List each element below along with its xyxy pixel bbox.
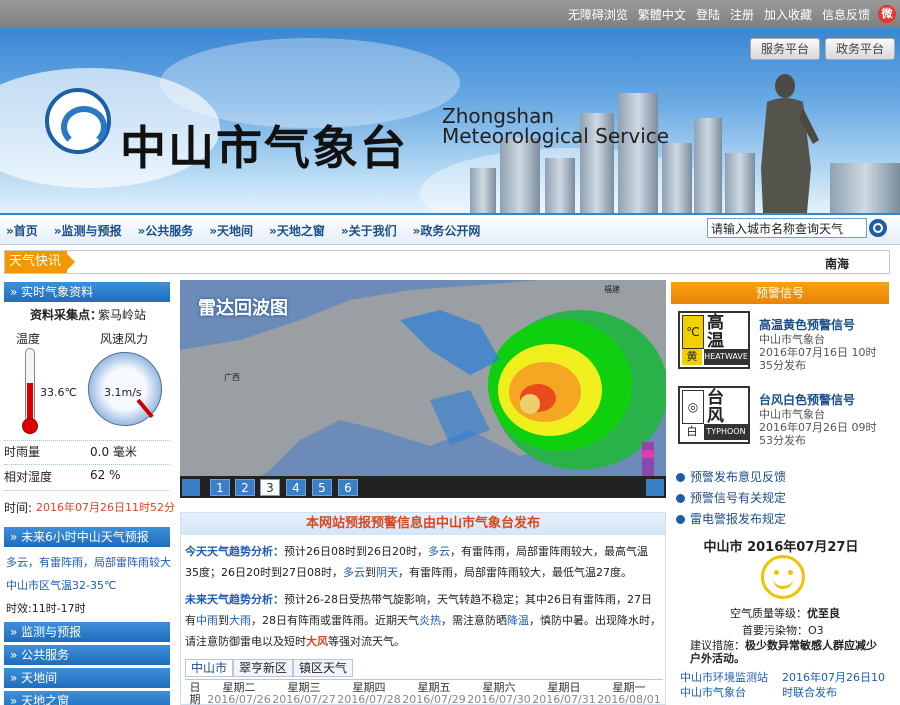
next6h-line3: 时效:11时-17时 — [6, 602, 86, 615]
warning-name-heat[interactable]: 高温黄色预警信号 — [759, 316, 855, 333]
tab-cuiheng[interactable]: 翠亨新区 — [233, 659, 294, 677]
aq-advice: 建议措施：极少数异常敏感人群应减少户外活动。 — [690, 639, 877, 665]
radar-tab-1[interactable]: 1 — [210, 479, 230, 496]
forecast-header: 本网站预报预警信息由中山市气象台发布 — [181, 513, 665, 535]
warning-name-typhoon[interactable]: 台风白色预警信号 — [759, 391, 855, 408]
station-name: 紫马岭站 — [98, 308, 147, 322]
station-label: 资料采集点： — [30, 308, 103, 322]
site-title-cn: 中山市气象台 — [120, 121, 408, 175]
accessibility-link[interactable]: 无障碍浏览 — [568, 6, 628, 23]
next6h-line2: 中山市区气温32-35℃ — [6, 579, 117, 592]
login-link[interactable]: 登陆 — [696, 6, 720, 23]
aq-publish-time: 2016年07月26日10时联合发布 — [782, 671, 885, 699]
aq-level: 空气质量等级：优至良 — [730, 607, 840, 620]
aq-source[interactable]: 中山市环境监测站 中山市气象台 — [680, 670, 768, 700]
temp-value: 33.6℃ — [40, 386, 77, 399]
nav-home[interactable]: »首页 — [6, 222, 38, 239]
smiley-icon — [761, 555, 805, 599]
warning-rules-link[interactable]: 预警信号有关规定 — [676, 489, 786, 506]
nav-about[interactable]: »关于我们 — [341, 222, 397, 239]
city-search-input[interactable] — [707, 218, 867, 238]
gov-platform-button[interactable]: 政务平台 — [825, 38, 896, 60]
next-arrow-icon[interactable] — [646, 479, 664, 496]
wind-label: 风速风力 — [100, 332, 149, 346]
ticker-text[interactable]: 南海 — [825, 255, 849, 272]
radar-tab-3[interactable]: 3 — [260, 479, 280, 496]
typhoon-warning-icon[interactable]: ◎ 台 风 白 TYPHOON — [678, 386, 750, 444]
search-icon[interactable] — [869, 219, 887, 237]
radar-tab-5[interactable]: 5 — [312, 479, 332, 496]
lightning-rules-link[interactable]: 雷电警报发布规定 — [676, 510, 786, 527]
humidity-label: 相对湿度 — [4, 470, 53, 484]
time-value: 2016年07月26日11时52分 — [36, 501, 175, 514]
time-label: 时间: — [4, 501, 33, 515]
logo-icon — [45, 88, 111, 154]
day-col: 星期一 2016/08/01 — [597, 681, 661, 705]
site-title-en-line2: Meteorological Service — [442, 124, 670, 148]
forecast-table: 日期 星期二 2016/07/26 星期三 2016/07/27 星期四 2016/0… — [185, 679, 663, 705]
register-link[interactable]: 注册 — [730, 6, 754, 23]
menu-monitoring[interactable]: » 监测与预报 — [4, 622, 170, 642]
warning-meta-typhoon: 中山市气象台 2016年07月26日 09时53分发布 — [759, 408, 877, 447]
bookmark-link[interactable]: 加入收藏 — [764, 6, 812, 23]
radar-tabs: 1 2 3 4 5 6 — [180, 476, 666, 498]
feedback-link[interactable]: 信息反馈 — [822, 6, 870, 23]
map-label-guangxi: 广西 — [224, 373, 240, 382]
temp-label: 温度 — [16, 332, 41, 346]
next6h-title[interactable]: » 未来6小时中山天气预报 — [4, 527, 170, 547]
humidity-value: 62 % — [90, 468, 121, 482]
menu-public-service[interactable]: » 公共服务 — [4, 645, 170, 665]
weibo-icon[interactable]: 微 — [878, 5, 896, 23]
map-label-fujian: 福建 — [604, 285, 620, 294]
next6h-line1: 多云，有雷阵雨，局部雷阵雨较大 — [6, 556, 171, 569]
tab-towns[interactable]: 镇区天气 — [293, 659, 354, 677]
nav-monitoring[interactable]: »监测与预报 — [54, 222, 122, 239]
aq-date: 中山市 2016年07月27日 — [703, 540, 859, 555]
nav-tiandijian[interactable]: »天地间 — [209, 222, 253, 239]
radar-image[interactable]: 雷达回波图 福建 广西 — [180, 280, 666, 498]
radar-title: 雷达回波图 — [198, 298, 288, 319]
table-head: 日期 — [189, 681, 201, 705]
nav-gov-open[interactable]: »政务公开网 — [413, 222, 481, 239]
forecast-panel: 本网站预报预警信息由中山市气象台发布 今天天气趋势分析：预计26日08时到26日… — [180, 512, 666, 705]
day-col: 星期六 2016/07/30 — [467, 681, 531, 705]
tab-zhongshan[interactable]: 中山市 — [185, 659, 234, 677]
top-bar: 无障碍浏览 繁體中文 登陆 注册 加入收藏 信息反馈 微 — [0, 0, 900, 28]
warning-meta-heat: 中山市气象台 2016年07月16日 10时35分发布 — [759, 333, 877, 372]
realtime-title[interactable]: » 实时气象资料 — [4, 282, 170, 302]
statue-image — [761, 74, 819, 213]
warning-feedback-link[interactable]: 预警发布意见反馈 — [676, 468, 786, 485]
day-col: 星期三 2016/07/27 — [272, 681, 336, 705]
warning-title: 预警信号 — [671, 282, 889, 304]
aq-pollutant: 首要污染物：O3 — [742, 624, 824, 637]
menu-window[interactable]: » 天地之窗 — [4, 691, 170, 705]
service-platform-button[interactable]: 服务平台 — [750, 38, 821, 60]
future-analysis: 未来天气趋势分析：预计26-28日受热带气旋影响，天气转趋不稳定；其中26日有雷… — [185, 593, 661, 648]
day-col: 星期四 2016/07/28 — [337, 681, 401, 705]
nav-public-service[interactable]: »公共服务 — [138, 222, 194, 239]
day-col: 星期二 2016/07/26 — [207, 681, 271, 705]
weather-news-ticker: 天气快讯 南海 — [4, 250, 890, 274]
day-col: 星期五 2016/07/29 — [402, 681, 466, 705]
rain-value: 0.0 毫米 — [90, 445, 137, 459]
radar-tab-2[interactable]: 2 — [235, 479, 255, 496]
thermometer-icon — [22, 348, 38, 434]
menu-tiandijian[interactable]: » 天地间 — [4, 668, 170, 688]
radar-tab-4[interactable]: 4 — [286, 479, 306, 496]
ticker-label: 天气快讯 — [5, 251, 75, 273]
header-banner: 中山市气象台 Zhongshan Meteorological Service … — [0, 28, 900, 213]
radar-tab-6[interactable]: 6 — [338, 479, 358, 496]
today-analysis: 今天天气趋势分析：预计26日08时到26日20时，多云，有雷阵雨，局部雷阵雨较大… — [185, 545, 648, 579]
day-col: 星期日 2016/07/31 — [532, 681, 596, 705]
rain-label: 时雨量 — [4, 445, 41, 459]
wind-value: 3.1m/s — [104, 386, 142, 399]
prev-arrow-icon[interactable] — [182, 479, 200, 496]
heatwave-warning-icon[interactable]: ℃ 高 温 黄 HEATWAVE — [678, 311, 750, 369]
traditional-chinese-link[interactable]: 繁體中文 — [638, 6, 686, 23]
nav-window[interactable]: »天地之窗 — [269, 222, 325, 239]
top-links: 无障碍浏览 繁體中文 登陆 注册 加入收藏 信息反馈 — [568, 6, 870, 23]
